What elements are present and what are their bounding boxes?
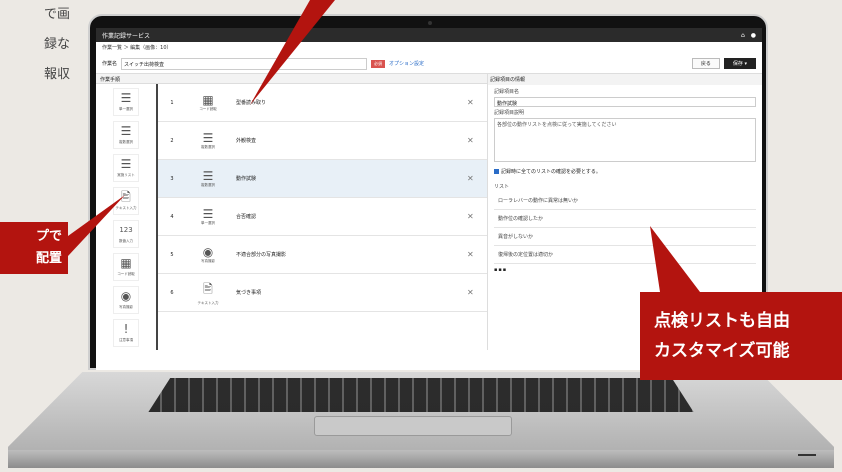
callout-text: プで — [35, 229, 62, 244]
callout-right: 点検リストも自由 カスタマイズ可能 — [640, 292, 842, 380]
callout-left: プで 配置 — [0, 222, 68, 274]
callout-text: 点検リストも自由 — [654, 311, 790, 331]
callout-text: カスタマイズ可能 — [654, 341, 790, 361]
callout-pointers — [68, 0, 700, 292]
callout-text: 配置 — [35, 251, 62, 266]
